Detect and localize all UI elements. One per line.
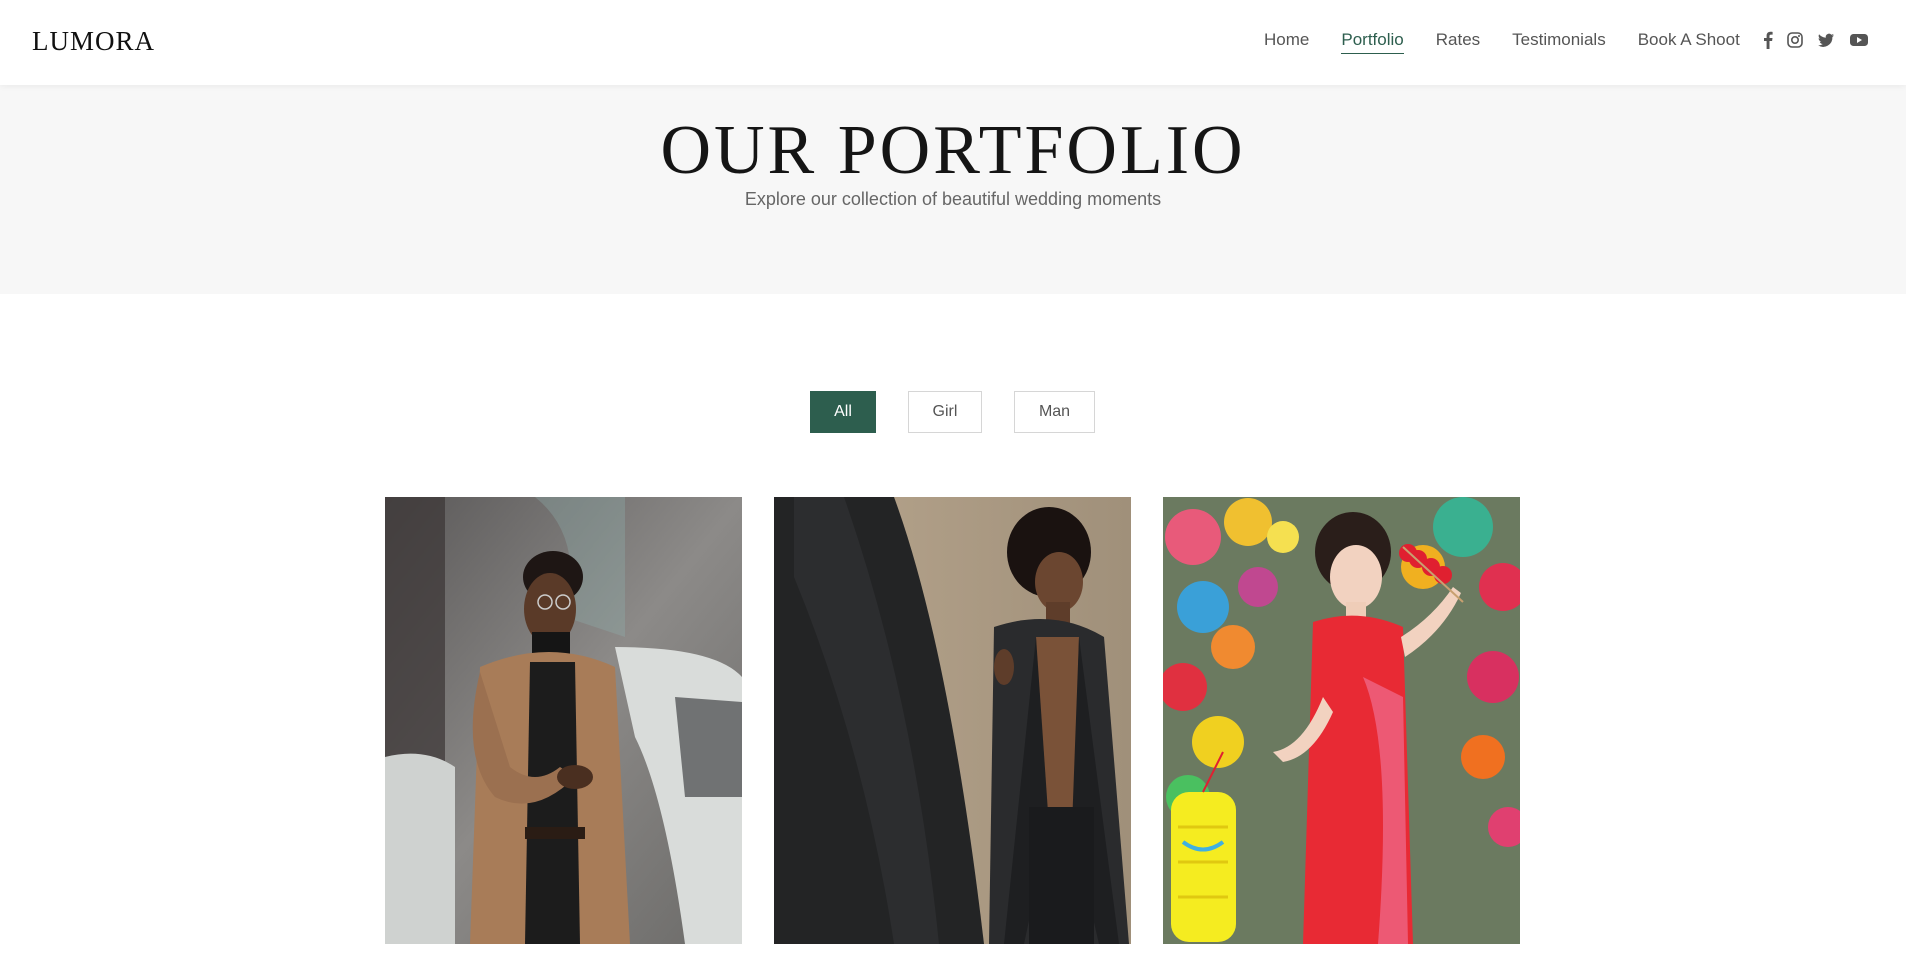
- filter-all-button[interactable]: All: [810, 391, 876, 433]
- nav-portfolio[interactable]: Portfolio: [1341, 30, 1404, 54]
- filter-man-button[interactable]: Man: [1014, 391, 1095, 433]
- photo-woman-red-qipao: [1163, 497, 1520, 944]
- page-subtitle: Explore our collection of beautiful wedd…: [744, 189, 1162, 209]
- portfolio-gallery: [0, 497, 1906, 944]
- facebook-icon[interactable]: [1763, 31, 1773, 49]
- photo-man-camel-coat: [385, 497, 742, 944]
- portfolio-photo-2[interactable]: [774, 497, 1131, 944]
- site-logo[interactable]: LUMORA: [32, 26, 155, 57]
- nav-book-a-shoot[interactable]: Book A Shoot: [1638, 30, 1740, 54]
- portfolio-filters: All Girl Man: [0, 391, 1906, 433]
- portfolio-photo-1[interactable]: [385, 497, 742, 944]
- main-nav: Home Portfolio Rates Testimonials Book A…: [1264, 30, 1740, 54]
- social-links: [1763, 31, 1869, 49]
- youtube-icon[interactable]: [1849, 31, 1869, 49]
- nav-testimonials[interactable]: Testimonials: [1512, 30, 1606, 54]
- hero-section: OUR PORTFOLIO Explore our collection of …: [0, 85, 1906, 294]
- nav-rates[interactable]: Rates: [1436, 30, 1480, 54]
- page-title: OUR PORTFOLIO: [660, 112, 1246, 189]
- photo-man-dark-robe: [774, 497, 1131, 944]
- portfolio-photo-3[interactable]: [1163, 497, 1520, 944]
- instagram-icon[interactable]: [1787, 31, 1803, 49]
- nav-home[interactable]: Home: [1264, 30, 1309, 54]
- site-header: LUMORA Home Portfolio Rates Testimonials…: [0, 0, 1906, 85]
- twitter-icon[interactable]: [1817, 31, 1835, 49]
- filter-girl-button[interactable]: Girl: [908, 391, 982, 433]
